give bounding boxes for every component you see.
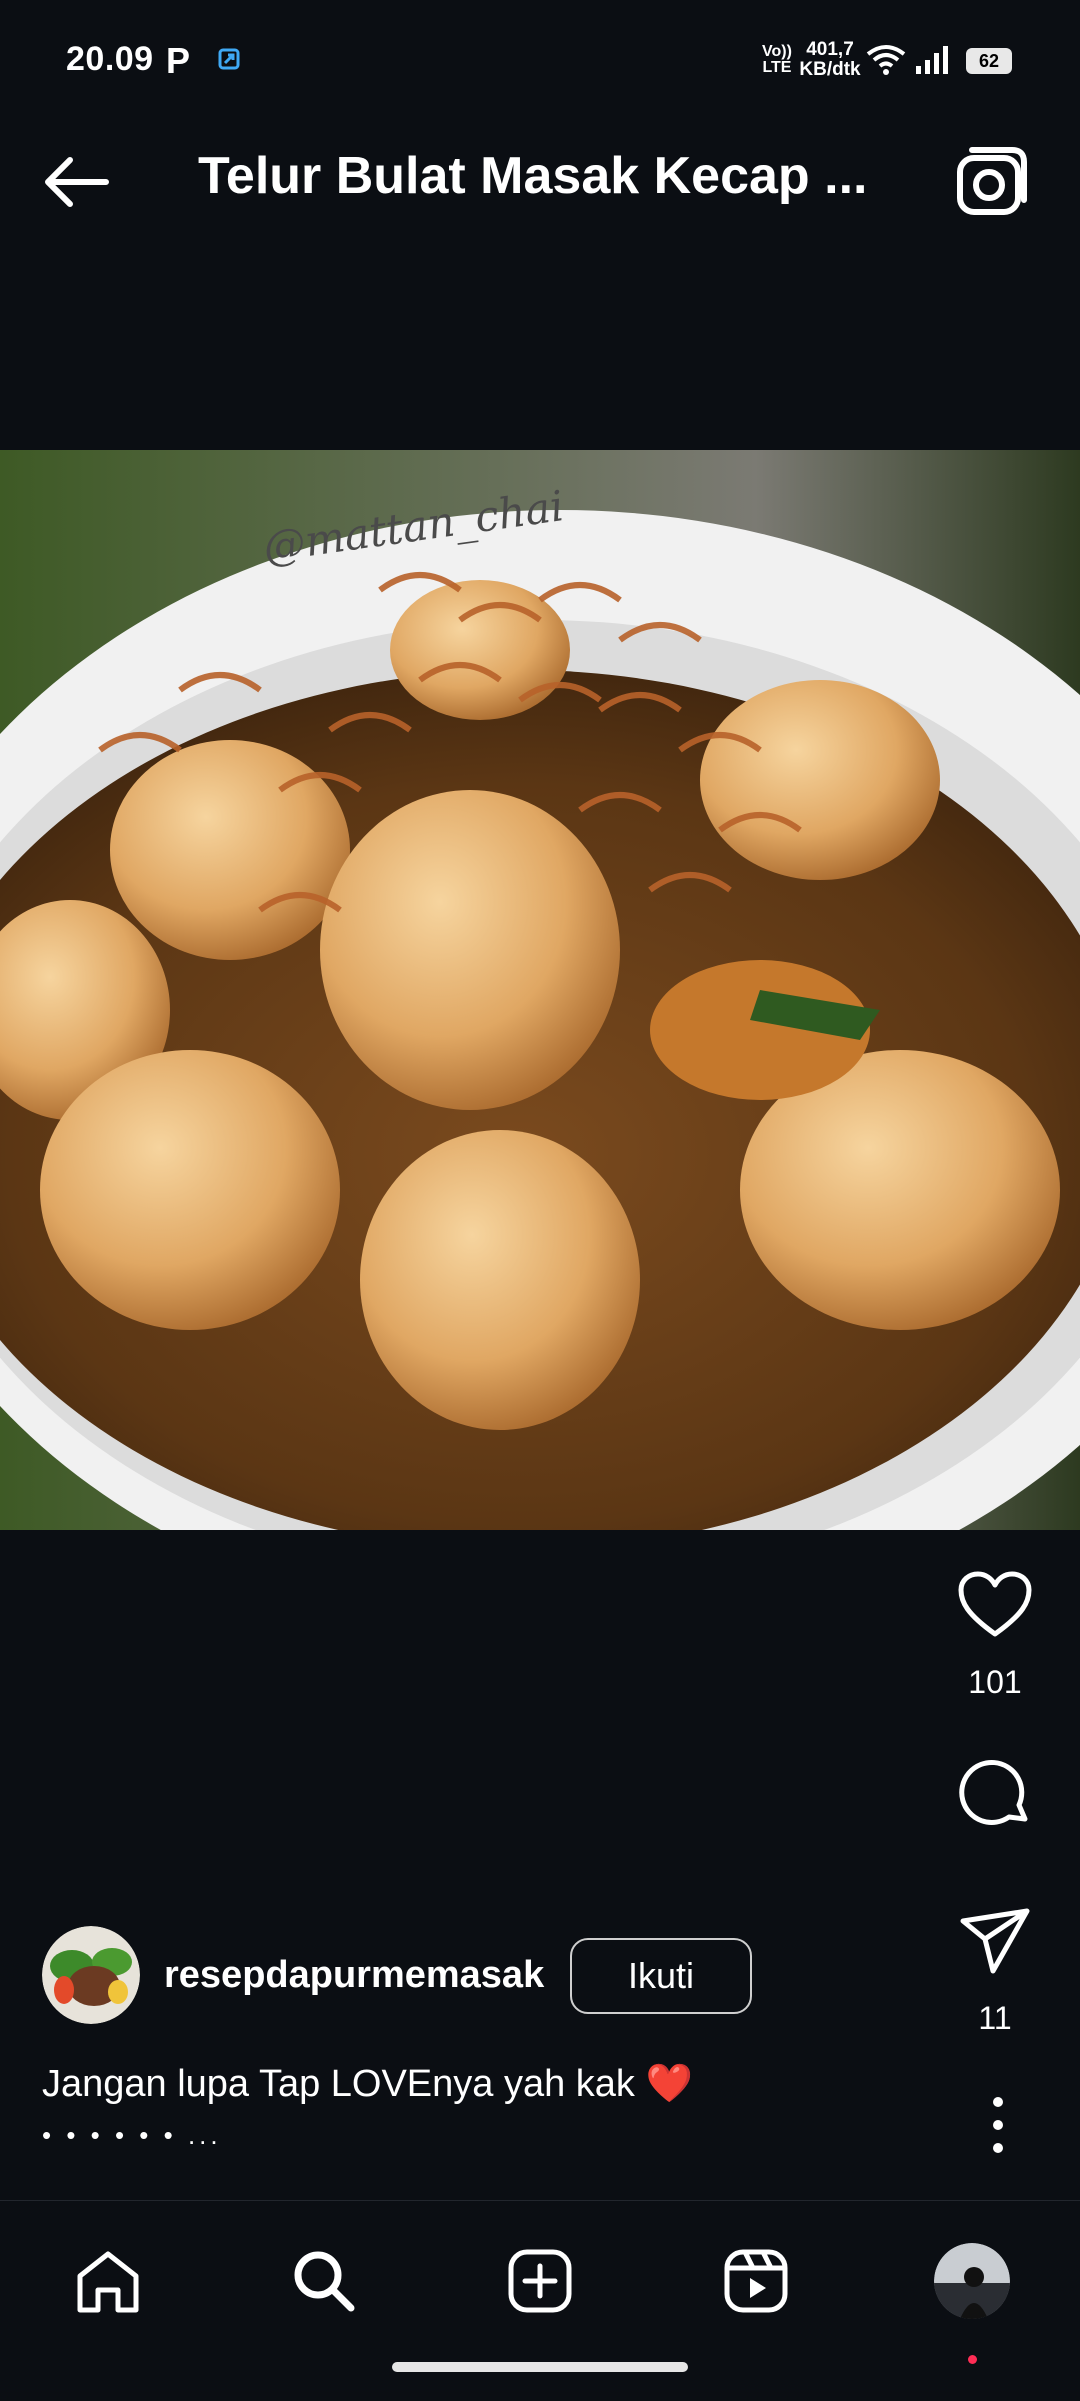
caption-more-dots[interactable]: • • • • • • ... (42, 2120, 222, 2151)
volte-indicator: Vo)) LTE (762, 43, 792, 76)
username[interactable]: resepdapurmemasak (164, 1954, 544, 1997)
nav-reels[interactable] (706, 2231, 806, 2331)
header: Telur Bulat Masak Kecap ... (0, 92, 1080, 252)
share-button[interactable] (940, 1896, 1050, 1986)
heart-icon (958, 1571, 1032, 1637)
like-button[interactable] (940, 1560, 1050, 1650)
follow-button[interactable]: Ikuti (570, 1938, 752, 2014)
status-time: 20.09 (66, 40, 154, 78)
shares-count: 11 (978, 2000, 1012, 2036)
wifi-icon (866, 45, 906, 75)
signal-icon (916, 46, 948, 74)
more-options-icon[interactable] (968, 2090, 1028, 2160)
comment-icon (959, 1759, 1028, 1825)
comment-button[interactable] (940, 1748, 1050, 1838)
avatar[interactable] (42, 1926, 140, 2024)
reels-icon (724, 2249, 788, 2313)
home-icon (77, 2251, 139, 2313)
page-title: Telur Bulat Masak Kecap ... (198, 147, 868, 205)
likes-count: 101 (968, 1664, 1022, 1700)
carrier-icon: P (166, 40, 191, 81)
food-photo (0, 450, 1080, 1530)
nav-home[interactable] (58, 2231, 158, 2331)
send-icon (960, 1908, 1030, 1974)
search-icon (294, 2251, 355, 2312)
profile-avatar (934, 2243, 1010, 2319)
notification-dot (968, 2355, 977, 2364)
camera-icon[interactable] (950, 140, 1034, 224)
avatar-image (42, 1926, 140, 2024)
post-image[interactable]: @mattan_chai (0, 450, 1080, 1530)
battery-icon: 62 (966, 48, 1012, 74)
network-speed: 401,7 KB/dtk (799, 39, 861, 80)
nav-profile[interactable] (934, 2243, 1010, 2319)
app-notification-icon (218, 48, 240, 70)
post-caption[interactable]: Jangan lupa Tap LOVEnya yah kak ❤️ (42, 2062, 693, 2106)
nav-search[interactable] (274, 2231, 374, 2331)
post-owner: resepdapurmemasak Ikuti (42, 1926, 752, 2026)
nav-create[interactable] (490, 2231, 590, 2331)
add-post-icon (508, 2249, 572, 2313)
status-bar: 20.09 P Vo)) LTE 401,7 KB/dtk 62 (0, 0, 1080, 92)
back-arrow-icon[interactable] (40, 142, 120, 222)
home-indicator[interactable] (392, 2362, 688, 2372)
